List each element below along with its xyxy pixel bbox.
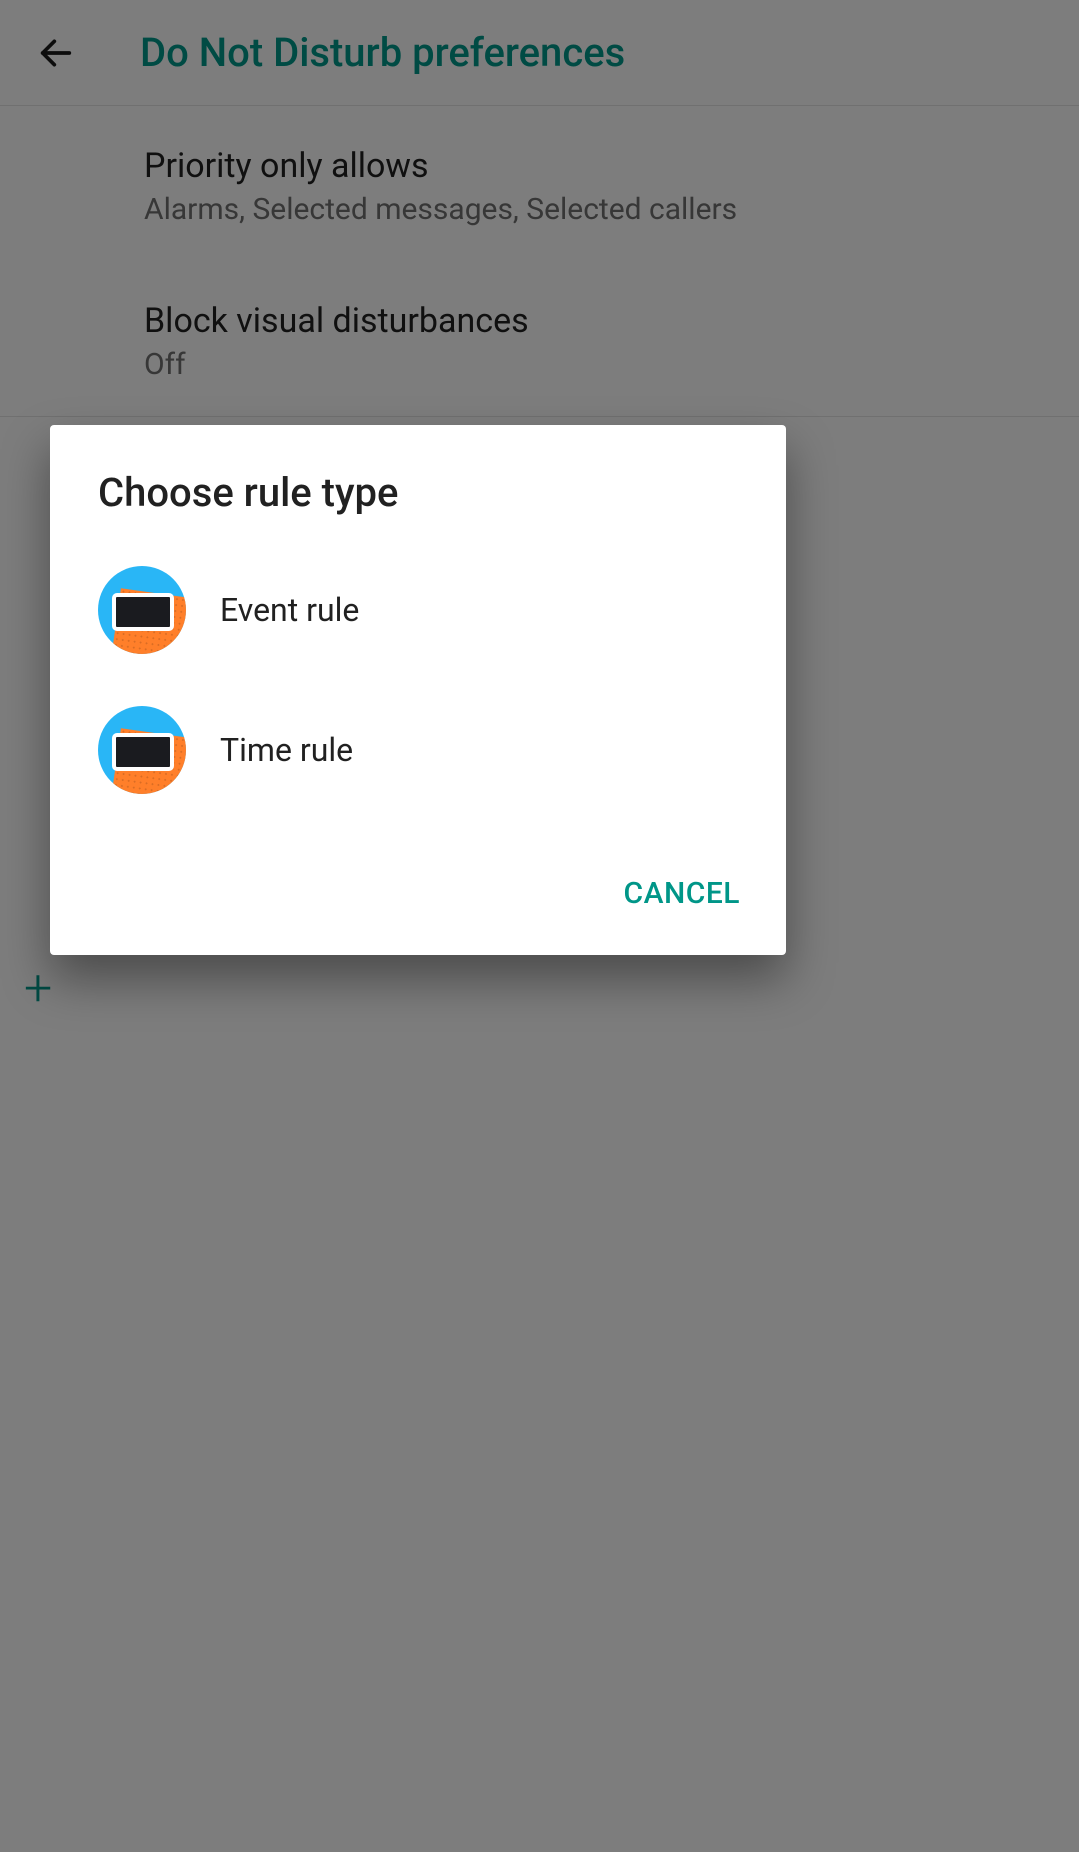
event-rule-icon: [98, 566, 186, 654]
rule-option-time[interactable]: Time rule: [50, 680, 786, 820]
setting-title: Block visual disturbances: [144, 301, 1039, 341]
rule-option-label: Time rule: [220, 731, 353, 769]
page-title: Do Not Disturb preferences: [140, 29, 625, 76]
cancel-button[interactable]: CANCEL: [624, 876, 741, 911]
setting-title: Priority only allows: [144, 146, 1039, 186]
rule-option-event[interactable]: Event rule: [50, 540, 786, 680]
dialog-actions: CANCEL: [50, 820, 786, 929]
time-rule-icon: [98, 706, 186, 794]
choose-rule-dialog: Choose rule type Event rule Time rule CA…: [50, 425, 786, 955]
back-icon[interactable]: [32, 29, 80, 77]
rule-option-label: Event rule: [220, 591, 359, 629]
setting-subtitle: Alarms, Selected messages, Selected call…: [144, 192, 1039, 227]
app-bar: Do Not Disturb preferences: [0, 0, 1079, 106]
add-rule-button[interactable]: +: [24, 960, 52, 1018]
divider: [0, 416, 1079, 417]
setting-priority[interactable]: Priority only allows Alarms, Selected me…: [144, 106, 1039, 261]
setting-subtitle: Off: [144, 347, 1039, 382]
settings-list: Priority only allows Alarms, Selected me…: [0, 106, 1079, 416]
setting-block-visual[interactable]: Block visual disturbances Off: [144, 261, 1039, 416]
dialog-title: Choose rule type: [50, 425, 786, 540]
